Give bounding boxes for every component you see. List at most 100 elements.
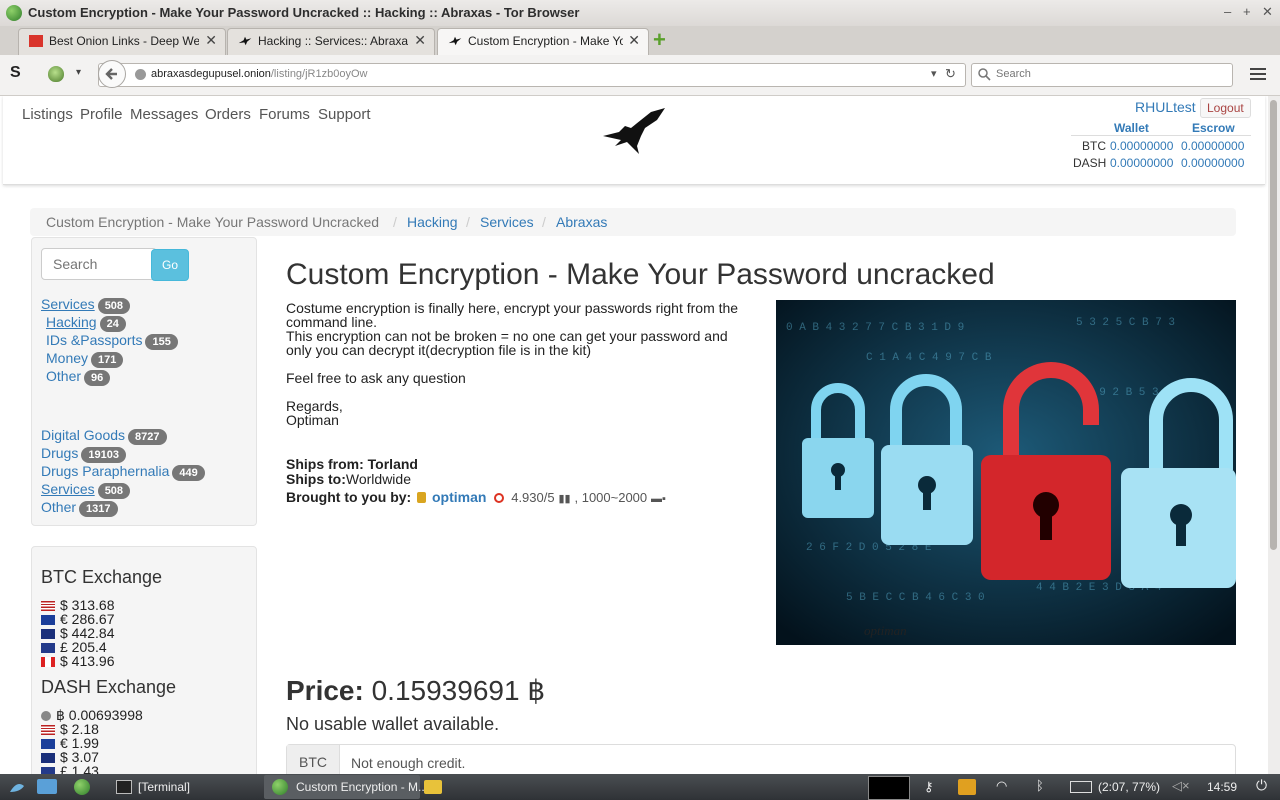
dash-exchange-title: DASH Exchange <box>41 677 177 697</box>
battery-icon[interactable] <box>1070 781 1092 793</box>
page-content: Listings Profile Messages Orders Forums … <box>0 96 1268 774</box>
category-services[interactable]: Services 508 <box>41 296 131 314</box>
tab-label: Best Onion Links - Deep Web <box>49 34 199 48</box>
app-menu-icon[interactable] <box>8 778 26 796</box>
logout-button[interactable]: Logout <box>1200 98 1251 118</box>
rate-dash-gbp: £ 1.43 <box>41 763 99 774</box>
volume-muted-icon[interactable]: ◁× <box>1172 778 1190 794</box>
us-flag-icon <box>41 725 55 735</box>
sidebar-search-input[interactable] <box>41 248 157 280</box>
count-badge: 96 <box>84 370 111 386</box>
sidebar-go-button[interactable]: Go <box>151 249 189 281</box>
key-icon[interactable]: ⚷ <box>924 779 934 795</box>
tab-close-icon[interactable]: ✕ <box>205 32 217 49</box>
svg-text:5 3 2 5 C B 7 3: 5 3 2 5 C B 7 3 <box>1076 317 1175 329</box>
tab-custom-encryption[interactable]: Custom Encryption - Make Yo... ✕ <box>437 28 649 55</box>
count-badge: 24 <box>99 316 126 332</box>
close-window-button[interactable]: ✕ <box>1262 4 1273 20</box>
window-title: Custom Encryption - Make Your Password U… <box>28 5 580 20</box>
ships-to: Ships to:Worldwide <box>286 471 411 487</box>
battery-status: (2:07, 77%) <box>1098 780 1161 794</box>
folder-icon[interactable] <box>424 780 442 794</box>
site-identity-icon[interactable] <box>135 69 146 80</box>
breadcrumb-abraxas[interactable]: Abraxas <box>556 214 607 230</box>
updates-icon[interactable] <box>958 779 976 795</box>
power-icon[interactable]: ⏻ <box>1256 777 1267 794</box>
payment-box: BTC Not enough credit. <box>286 744 1236 774</box>
home-icon[interactable] <box>37 779 57 794</box>
username-link[interactable]: RHULtest <box>1135 99 1196 115</box>
dash-wallet-balance[interactable]: 0.00000000 <box>1110 156 1173 170</box>
nav-profile[interactable]: Profile <box>80 106 123 123</box>
nav-forums[interactable]: Forums <box>259 106 310 123</box>
btc-wallet-balance[interactable]: 0.00000000 <box>1110 139 1173 153</box>
category-drugs[interactable]: Drugs 19103 <box>41 445 126 463</box>
count-badge: 508 <box>97 483 131 499</box>
category-money[interactable]: Money 171 <box>46 350 124 368</box>
category-digital-goods[interactable]: Digital Goods 8727 <box>41 427 167 445</box>
url-bar[interactable]: abraxasdegupusel.onion/listing/jR1zb0oyO… <box>98 63 966 87</box>
exchange-sidebar: BTC Exchange $ 313.68 € 286.67 $ 442.84 … <box>31 546 257 774</box>
dash-label: DASH <box>1073 156 1107 170</box>
maximize-button[interactable]: + <box>1243 4 1251 19</box>
nav-messages[interactable]: Messages <box>130 106 198 123</box>
browser-launcher-icon[interactable] <box>74 779 90 795</box>
ca-flag-icon <box>41 657 55 667</box>
tab-hacking-services[interactable]: Hacking :: Services:: Abraxas ✕ <box>227 28 435 55</box>
dash-escrow-balance[interactable]: 0.00000000 <box>1181 156 1244 170</box>
noscript-icon[interactable]: S <box>10 64 21 82</box>
taskbar-terminal[interactable]: [Terminal] <box>110 776 260 798</box>
breadcrumb-services[interactable]: Services <box>480 214 534 230</box>
count-badge: 449 <box>172 465 205 481</box>
svg-text:0 A B 4 3 2 7 7 C B 3 1 D 9: 0 A B 4 3 2 7 7 C B 3 1 D 9 <box>786 322 964 334</box>
category-ids-passports[interactable]: IDs &Passports 155 <box>46 332 178 350</box>
wallet-header: Wallet <box>1114 121 1149 135</box>
category-services-main[interactable]: Services 508 <box>41 481 131 499</box>
new-tab-button[interactable]: + <box>653 27 666 53</box>
btc-exchange-title: BTC Exchange <box>41 567 163 587</box>
minimize-button[interactable]: – <box>1224 4 1231 19</box>
abraxas-eagle-logo[interactable] <box>601 106 667 156</box>
nav-orders[interactable]: Orders <box>205 106 251 123</box>
reload-icon[interactable]: ↻ <box>945 66 956 82</box>
product-image-padlocks: 0 A B 4 3 2 7 7 C B 3 1 D 9 C 1 A 4 C 4 … <box>776 300 1236 645</box>
desktop-taskbar: [Terminal] Custom Encryption - M... ⚷ ◠ … <box>0 774 1280 800</box>
nav-listings[interactable]: Listings <box>22 106 73 123</box>
back-button[interactable] <box>98 60 126 88</box>
search-bar[interactable]: Search <box>971 63 1233 87</box>
vendor-link[interactable]: optiman <box>432 489 486 505</box>
taskbar-browser-window[interactable]: Custom Encryption - M... <box>264 775 428 799</box>
category-hacking[interactable]: Hacking 24 <box>46 314 126 332</box>
vendor-rating: 4.930/5 <box>511 490 555 505</box>
search-placeholder: Search <box>996 68 1031 80</box>
category-drugs-paraphernalia[interactable]: Drugs Paraphernalia 449 <box>41 463 205 481</box>
clock[interactable]: 14:59 <box>1207 780 1237 794</box>
count-badge: 1317 <box>79 501 118 517</box>
scrollbar-thumb[interactable] <box>1270 100 1277 550</box>
tab-close-icon[interactable]: ✕ <box>628 32 640 49</box>
category-other-sub[interactable]: Other 96 <box>46 368 111 386</box>
bluetooth-icon[interactable]: ᛒ <box>1036 778 1044 793</box>
tor-browser-icon <box>6 5 22 21</box>
wallet-divider <box>1071 135 1251 136</box>
hamburger-menu-icon[interactable] <box>1250 67 1266 81</box>
nav-support[interactable]: Support <box>318 106 371 123</box>
eagle-icon <box>448 36 462 46</box>
tor-onion-icon[interactable] <box>48 66 64 82</box>
us-flag-icon <box>41 601 55 611</box>
uk-flag-icon <box>41 643 55 653</box>
tab-best-onion-links[interactable]: Best Onion Links - Deep Web ✕ <box>18 28 226 55</box>
page-scrollbar[interactable] <box>1268 96 1280 774</box>
red-square-icon <box>29 35 43 47</box>
listing-title: Custom Encryption - Make Your Password u… <box>286 258 995 291</box>
tab-close-icon[interactable]: ✕ <box>414 32 426 49</box>
image-watermark: optiman <box>864 623 907 638</box>
wifi-icon[interactable]: ◠ <box>996 778 1007 794</box>
btc-escrow-balance[interactable]: 0.00000000 <box>1181 139 1244 153</box>
category-other-main[interactable]: Other 1317 <box>41 499 118 517</box>
tor-menu-dropdown-icon[interactable]: ▾ <box>76 67 81 78</box>
escrow-header: Escrow <box>1192 121 1235 135</box>
breadcrumb-hacking[interactable]: Hacking <box>407 214 458 230</box>
cpu-monitor-icon <box>868 776 910 800</box>
url-history-dropdown-icon[interactable]: ▾ <box>931 67 937 80</box>
